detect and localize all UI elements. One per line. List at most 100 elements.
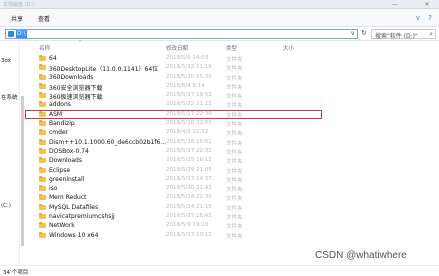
minimize-button[interactable]: — (388, 0, 402, 9)
folder-icon (39, 231, 46, 238)
sort-indicator: ^ (78, 40, 83, 46)
folder-icon (39, 166, 46, 173)
file-type: 文件夹 (226, 224, 243, 231)
file-type: 文件夹 (226, 57, 243, 63)
file-type: 文件夹 (226, 131, 243, 138)
file-date: 2018/5/29 21:05 (166, 166, 212, 173)
folder-icon (39, 92, 46, 99)
file-name[interactable]: MySQL Datafiles (49, 204, 98, 211)
file-row[interactable]: 64 2018/5/9 14:03 文件夹 (25, 54, 325, 63)
file-row[interactable]: Windows 10 x64 2018/5/13 19:12 文件夹 (25, 231, 325, 240)
nav-item[interactable]: 在系统 (1, 93, 18, 101)
file-row[interactable]: Eclipse 2018/5/29 21:05 文件夹 (25, 166, 325, 175)
file-date: 2018/5/17 19:53 (166, 92, 212, 99)
column-headers: ^ 名称 修改日期 类型 大小 (25, 40, 439, 53)
column-date[interactable]: 修改日期 (166, 44, 188, 52)
file-row[interactable]: 360安全浏览器下载 2018/6/4 8:14 文件夹 (25, 82, 325, 92)
file-row[interactable]: 360Downloads 2018/5/20 15:30 文件夹 (25, 73, 325, 82)
file-name[interactable]: greeninstall (49, 176, 84, 183)
folder-icon (39, 194, 46, 201)
file-name[interactable]: Eclipse (49, 167, 70, 174)
folder-icon (39, 101, 46, 108)
address-path[interactable]: D:\ (16, 30, 27, 38)
file-type: 文件夹 (226, 233, 243, 240)
nav-item[interactable]: 3ox (1, 58, 11, 64)
help-button[interactable]: ? (425, 13, 435, 23)
file-row[interactable]: Bandizip 2018/5/10 22:05 文件夹 (25, 119, 325, 128)
file-date: 2018/5/13 19:12 (166, 231, 212, 238)
nav-scrollbar[interactable] (21, 96, 24, 246)
file-row[interactable]: cmder 2018/4/3 22:12 文件夹 (25, 128, 325, 137)
folder-icon (39, 222, 46, 229)
file-row[interactable]: ASM 2018/5/17 22:30 文件夹 (25, 109, 322, 120)
column-size[interactable]: 大小 (283, 44, 294, 52)
file-type: 文件夹 (226, 168, 243, 175)
folder-icon (39, 203, 46, 210)
file-name[interactable]: Dism++10.1.1000.60_de6ccb02b1f6... (49, 139, 166, 146)
file-row[interactable]: navicatpremiumcshsjj 2018/5/27 16:43 文件夹 (25, 212, 325, 221)
folder-icon (39, 120, 46, 127)
search-input[interactable]: 搜索"软件 (D:)" ⌕ (371, 29, 436, 40)
ribbon-expand-button[interactable]: v (413, 13, 423, 23)
file-date: 2018/4/3 22:12 (166, 129, 209, 136)
file-type: 文件夹 (226, 66, 243, 73)
file-type: 文件夹 (226, 215, 243, 222)
file-type: 文件夹 (226, 94, 243, 101)
file-date: 2018/5/14 22:30 (166, 194, 212, 201)
watermark: CSDN @whatiwhere (315, 250, 407, 261)
file-name[interactable]: cmder (49, 129, 68, 136)
file-name[interactable]: Downloads (49, 157, 82, 164)
file-date: 2018/5/13 14:37 (166, 175, 212, 182)
file-name[interactable]: navicatpremiumcshsjj (49, 213, 115, 220)
file-row[interactable]: Mem Reduct 2018/5/14 22:30 文件夹 (25, 193, 325, 202)
file-row[interactable]: Downloads 2018/5/25 16:12 文件夹 (25, 156, 325, 165)
file-row[interactable]: Dism++10.1.1000.60_de6ccb02b1f6... 2018/5… (25, 138, 325, 147)
folder-icon (39, 129, 46, 136)
file-row[interactable]: greeninstall 2018/5/13 14:37 文件夹 (25, 175, 325, 184)
column-type[interactable]: 类型 (226, 44, 237, 52)
file-name[interactable]: 360Downloads (49, 74, 93, 81)
file-date: 2018/6/4 8:14 (166, 82, 205, 89)
file-date: 2018/5/30 21:43 (166, 185, 212, 192)
window-title: 本地磁盘 (D:) (3, 2, 35, 8)
file-date: 2018/5/22 21:21 (166, 101, 212, 108)
file-type: 文件夹 (226, 149, 243, 156)
file-row[interactable]: addons 2018/5/22 21:21 文件夹 (25, 100, 325, 109)
file-name[interactable]: DOSBox-0.74 (49, 148, 89, 155)
file-type: 文件夹 (226, 140, 243, 147)
file-name[interactable]: NetWork (49, 222, 75, 229)
nav-item[interactable]: (C:) (1, 203, 11, 209)
status-bar: 34 个项目 (0, 265, 439, 276)
file-row[interactable]: 360DesktopLite（11.0.0.1141）64位 2018/5/12 … (25, 63, 325, 73)
file-name[interactable]: addons (49, 101, 71, 108)
file-name[interactable]: Bandizip (49, 120, 75, 127)
folder-icon (39, 185, 46, 192)
address-history-dropdown[interactable]: v (351, 30, 355, 37)
folder-icon (39, 110, 46, 117)
file-row[interactable]: MySQL Datafiles 2018/5/24 21:15 文件夹 (25, 203, 325, 212)
close-button[interactable]: ✕ (420, 0, 434, 9)
file-name[interactable]: Mem Reduct (49, 194, 86, 201)
file-row[interactable]: DOSBox-0.74 2018/5/17 22:32 文件夹 (25, 147, 325, 156)
file-name[interactable]: Windows 10 x64 (49, 232, 98, 239)
column-name[interactable]: 名称 (39, 44, 50, 52)
folder-icon (39, 147, 46, 154)
file-type: 文件夹 (226, 103, 243, 110)
file-date: 2018/5/10 22:05 (166, 120, 212, 127)
tab-view[interactable]: 查看 (38, 14, 50, 23)
file-date: 2018/5/20 15:30 (166, 73, 212, 80)
file-row[interactable]: 360极速浏览器下载 2018/5/17 19:53 文件夹 (25, 91, 325, 101)
file-row[interactable]: iso 2018/5/30 21:43 文件夹 (25, 184, 325, 193)
file-name[interactable]: 64 (49, 55, 57, 62)
file-type: 文件夹 (226, 112, 243, 119)
file-date: 2018/5/9 19:20 (166, 222, 209, 229)
file-row[interactable]: NetWork 2018/5/9 19:20 文件夹 (25, 221, 325, 230)
search-icon: ⌕ (429, 30, 433, 38)
tab-share[interactable]: 共享 (11, 14, 23, 23)
address-bar[interactable]: D:\ (5, 29, 358, 39)
file-name[interactable]: ASM (49, 111, 62, 118)
navigation-pane: 3ox 在系统 (C:) (0, 41, 20, 265)
refresh-icon[interactable]: ↻ (361, 29, 367, 37)
file-name[interactable]: iso (49, 185, 57, 192)
file-date: 2018/5/16 15:01 (166, 138, 212, 145)
